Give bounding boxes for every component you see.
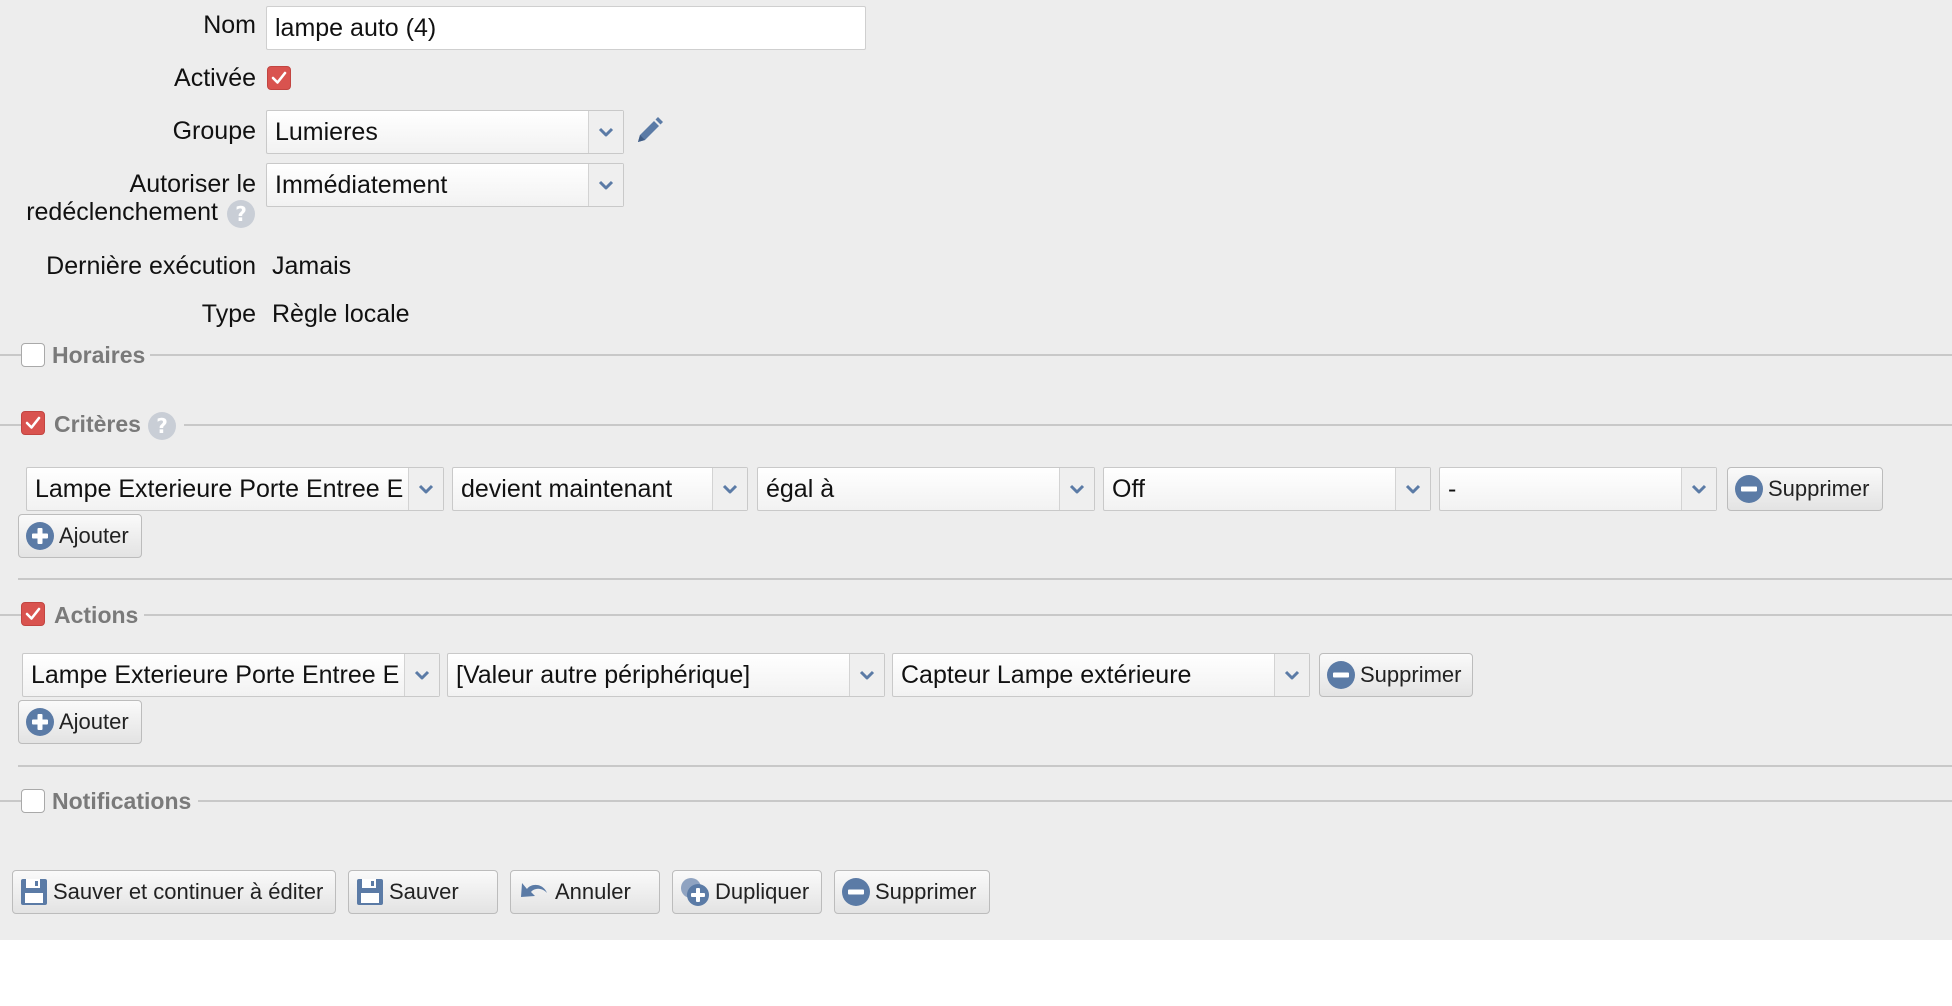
retrigger-select-value: Immédiatement [275, 170, 448, 199]
rule-editor: Nom lampe auto (4) Activée Groupe Lumier… [0, 0, 1952, 940]
type-label: Type [201, 300, 256, 328]
chevron-down-icon [1059, 468, 1094, 510]
svg-text:?: ? [156, 414, 168, 438]
criteria-extra-select[interactable]: - [1439, 467, 1717, 511]
actions-checkbox[interactable] [21, 602, 45, 626]
criteria-event-select[interactable]: devient maintenant [452, 467, 748, 511]
group-label: Groupe [172, 117, 256, 145]
section-divider [18, 578, 1952, 580]
action-add-button[interactable]: Ajouter [18, 700, 142, 744]
criteria-add-label: Ajouter [59, 523, 129, 548]
criteria-remove-button[interactable]: Supprimer [1727, 467, 1883, 511]
action-remove-label: Supprimer [1360, 662, 1462, 687]
chevron-down-icon [1395, 468, 1430, 510]
retrigger-label-line1: Autoriser le [129, 170, 256, 198]
cancel-label: Annuler [555, 879, 631, 904]
criteria-device-select[interactable]: Lampe Exterieure Porte Entree Exte [26, 467, 444, 511]
delete-button[interactable]: Supprimer [834, 870, 990, 914]
chevron-down-icon [588, 111, 623, 153]
action-mode-select[interactable]: [Valeur autre périphérique] [447, 653, 885, 697]
help-icon[interactable]: ? [226, 199, 256, 234]
duplicate-button[interactable]: Dupliquer [672, 870, 822, 914]
svg-text:?: ? [235, 202, 247, 226]
schedules-section-title: Horaires [52, 342, 146, 368]
delete-label: Supprimer [875, 879, 977, 904]
criteria-checkbox[interactable] [21, 411, 45, 435]
group-select-value: Lumieres [275, 117, 378, 146]
chevron-down-icon [404, 654, 439, 696]
section-divider [0, 424, 21, 426]
section-divider [0, 614, 21, 616]
criteria-remove-label: Supprimer [1768, 476, 1870, 501]
last-execution-value: Jamais [272, 252, 352, 280]
criteria-event-value: devient maintenant [461, 474, 673, 503]
action-device-value: Lampe Exterieure Porte Entree Exte [31, 660, 399, 689]
actions-section-title: Actions [54, 602, 139, 628]
minus-circle-icon [1735, 475, 1763, 503]
criteria-section-title: Critères [54, 411, 141, 437]
section-divider [0, 800, 21, 802]
action-source-value: Capteur Lampe extérieure [901, 660, 1192, 689]
duplicate-icon [681, 878, 709, 906]
action-add-label: Ajouter [59, 709, 129, 734]
floppy-disk-icon [21, 879, 47, 905]
enabled-checkbox[interactable] [267, 66, 291, 90]
chevron-down-icon [588, 164, 623, 206]
duplicate-label: Dupliquer [715, 879, 810, 904]
criteria-value-select[interactable]: Off [1103, 467, 1431, 511]
retrigger-label-line2: redéclenchement [26, 198, 218, 226]
save-label: Sauver [389, 879, 459, 904]
chevron-down-icon [849, 654, 884, 696]
action-mode-value: [Valeur autre périphérique] [456, 660, 751, 689]
criteria-add-button[interactable]: Ajouter [18, 514, 142, 558]
save-continue-button[interactable]: Sauver et continuer à éditer [12, 870, 336, 914]
save-continue-label: Sauver et continuer à éditer [53, 879, 324, 904]
type-value: Règle locale [272, 300, 410, 328]
plus-circle-icon [26, 708, 54, 736]
checkmark-icon [271, 71, 287, 84]
help-icon[interactable]: ? [147, 411, 177, 446]
retrigger-select[interactable]: Immédiatement [266, 163, 624, 207]
criteria-device-value: Lampe Exterieure Porte Entree Exte [35, 474, 403, 503]
schedules-checkbox[interactable] [21, 343, 45, 367]
enabled-label: Activée [174, 64, 256, 92]
section-divider [184, 424, 1952, 426]
chevron-down-icon [408, 468, 443, 510]
criteria-operator-value: égal à [766, 474, 835, 503]
chevron-down-icon [1274, 654, 1309, 696]
floppy-disk-icon [357, 879, 383, 905]
last-execution-label: Dernière exécution [46, 252, 256, 280]
section-divider [198, 800, 1952, 802]
save-button[interactable]: Sauver [348, 870, 498, 914]
group-select[interactable]: Lumieres [266, 110, 624, 154]
action-source-select[interactable]: Capteur Lampe extérieure [892, 653, 1310, 697]
action-remove-button[interactable]: Supprimer [1319, 653, 1473, 697]
minus-circle-icon [842, 878, 870, 906]
minus-circle-icon [1327, 661, 1355, 689]
chevron-down-icon [712, 468, 747, 510]
plus-circle-icon [26, 522, 54, 550]
name-input[interactable]: lampe auto (4) [266, 6, 866, 50]
notifications-checkbox[interactable] [21, 789, 45, 813]
section-divider [150, 354, 1952, 356]
cancel-button[interactable]: Annuler [510, 870, 660, 914]
section-divider [144, 614, 1952, 616]
name-label: Nom [203, 11, 256, 39]
section-divider [18, 765, 1952, 767]
notifications-section-title: Notifications [52, 788, 192, 814]
criteria-value-value: Off [1112, 474, 1145, 503]
checkmark-icon [25, 607, 41, 620]
criteria-operator-select[interactable]: égal à [757, 467, 1095, 511]
undo-icon [521, 883, 547, 897]
section-divider [0, 354, 21, 356]
criteria-extra-value: - [1448, 474, 1457, 503]
chevron-down-icon [1681, 468, 1716, 510]
checkmark-icon [25, 416, 41, 429]
pencil-icon[interactable] [632, 114, 666, 153]
action-device-select[interactable]: Lampe Exterieure Porte Entree Exte [22, 653, 440, 697]
